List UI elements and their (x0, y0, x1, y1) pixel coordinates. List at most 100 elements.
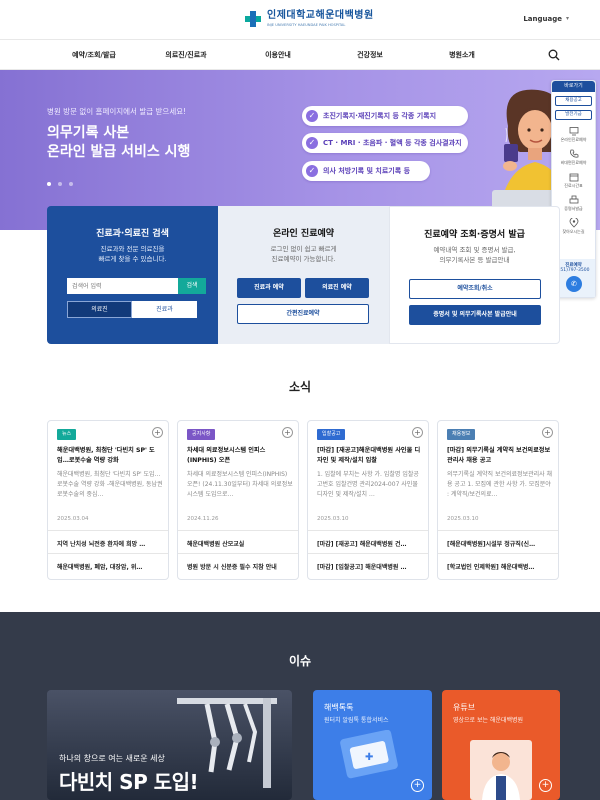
panel-description: 예약내역 조회 및 증명서 발급, 의무기록사본 등 발급안내 (433, 246, 516, 264)
news-list-item[interactable]: 병원 방문 시 신분증 필수 지참 안내 (187, 562, 293, 571)
svg-text:✚: ✚ (365, 752, 373, 763)
quick-item-label: 진료시간표 (564, 183, 583, 188)
recruitment-button[interactable]: 채용공고 (555, 96, 592, 106)
plus-icon[interactable]: + (539, 779, 552, 792)
carousel-dot[interactable] (69, 182, 73, 186)
hospital-logo[interactable]: 인제대학교해운대백병원 INJE UNIVERSITY HAEUNDAE PAI… (243, 9, 374, 29)
chevron-down-icon: ▾ (565, 15, 569, 22)
news-card[interactable]: 뉴스 + 해운대백병원, 최첨단 '다빈치 SP' 도입…로봇수술 역량 강화 … (47, 420, 169, 580)
check-icon: ✓ (306, 165, 318, 177)
logo-cross-icon (243, 9, 263, 29)
quick-item-label: 비대면진료예약 (560, 160, 587, 165)
panel-title: 온라인 진료예약 (272, 229, 335, 239)
news-card[interactable]: 공지사항 + 차세대 의료정보시스템 인피스(INPHIS) 오픈 차세대 의료… (177, 420, 299, 580)
divider (178, 553, 298, 554)
online-reservation-panel: 온라인 진료예약 로그인 없이 쉽고 빠르게 진료예약이 가능합니다. 진료과 예… (218, 206, 389, 344)
doctor-reservation-button[interactable]: 의료진 예약 (305, 278, 369, 298)
tab-departments[interactable]: 진료과 (132, 301, 197, 318)
plus-icon[interactable]: + (411, 779, 424, 792)
plus-icon[interactable]: + (542, 427, 553, 438)
quick-menu-title: 바로가기 (552, 81, 595, 92)
carousel-dot[interactable] (47, 182, 51, 186)
quick-remote-reservation[interactable]: 비대면진료예약 (552, 149, 595, 166)
talk-talk-card[interactable]: 해백톡톡 원터치 알림톡 통합서비스 ✚ + (313, 690, 432, 800)
donation-button[interactable]: 발전기금 (555, 110, 592, 120)
hero-title-line1: 의무기록 사본 (47, 125, 130, 141)
doctor-search-panel: 진료과·의료진 검색 진료과와 전문 의료진을 빠르게 찾을 수 있습니다. 검색… (47, 206, 218, 344)
language-selector[interactable]: Language (523, 15, 562, 23)
divider (438, 530, 558, 531)
plus-icon[interactable]: + (152, 427, 163, 438)
issue-section-title: 이슈 (288, 654, 312, 668)
divider (308, 553, 428, 554)
news-card[interactable]: 입찰공고 + [마감] [재공고]해운대백병원 사인물 디자인 및 제작/설치 … (307, 420, 429, 580)
phone-icon (569, 149, 578, 158)
hero-pill-text: 의사 처방기록 및 치료기록 등 (323, 167, 411, 175)
news-title[interactable]: [마감] [재공고]해운대백병원 사인물 디자인 및 제작/설치 입찰 (317, 446, 423, 466)
search-button[interactable]: 검색 (178, 278, 206, 294)
davinci-subtitle: 하나의 창으로 여는 새로운 세상 (59, 754, 165, 763)
hero-pill-text: CT · MRI · 초음파 · 혈액 등 각종 검사결과지 (323, 139, 462, 147)
category-badge: 공지사항 (187, 429, 216, 440)
divider (438, 553, 558, 554)
calendar-icon (569, 173, 578, 182)
carousel-dot[interactable] (58, 182, 62, 186)
hero-pill-text: 초진기록지·재진기록지 등 각종 기록지 (323, 112, 437, 120)
nav-about[interactable]: 병원소개 (449, 50, 475, 60)
news-list-item[interactable]: 해운대백병원 산모교실 (187, 539, 293, 548)
news-title[interactable]: 차세대 의료정보시스템 인피스(INPHIS) 오픈 (187, 446, 293, 466)
doctor-search-input[interactable] (67, 278, 178, 294)
news-list-item[interactable]: [해운대백병원]시설부 정규직(신… (447, 539, 553, 548)
divider (308, 530, 428, 531)
reservation-lookup-button[interactable]: 예약조회/취소 (409, 279, 541, 299)
hero-pill: ✓ 의사 처방기록 및 치료기록 등 (302, 161, 430, 181)
divider (48, 530, 168, 531)
plus-icon[interactable]: + (282, 427, 293, 438)
news-section-title: 소식 (288, 380, 312, 394)
youtube-card[interactable]: 유튜브 영상으로 보는 해운대백병원 + (442, 690, 560, 800)
nav-health-info[interactable]: 건강정보 (357, 50, 383, 60)
main-navigation: 예약/조회/발급 의료진/진료과 이용안내 건강정보 병원소개 (0, 40, 600, 70)
news-title[interactable]: [마감] 의무기록실 계약직 보건의료정보관리사 채용 공고 (447, 446, 553, 466)
news-summary: 의무기록실 계약직 보건의료정보관리사 채용 공고 1. 모집에 관한 사항 가… (447, 471, 553, 498)
issue-section: 이슈 하나의 창으로 여는 새로운 세상 다빈치 SP 도입! 해백톡톡 원터치… (0, 612, 600, 800)
panel-title: 진료과·의료진 검색 (96, 229, 169, 239)
card-subtitle: 원터치 알림톡 통합서비스 (324, 717, 389, 724)
quick-online-reservation[interactable]: 온라인진료예약 (552, 126, 595, 143)
news-summary: 차세대 의료정보시스템 인피스(INPHIS) 오픈! (24.11.30일부터… (187, 471, 293, 498)
panel-description: 진료과와 전문 의료진을 빠르게 찾을 수 있습니다. (98, 245, 167, 263)
search-icon[interactable] (548, 49, 560, 61)
logo-korean-name: 인제대학교해운대백병원 (267, 10, 374, 21)
check-icon: ✓ (306, 137, 318, 149)
news-date: 2024.11.26 (187, 516, 219, 522)
plus-icon[interactable]: + (412, 427, 423, 438)
news-title[interactable]: 해운대백병원, 최첨단 '다빈치 SP' 도입…로봇수술 역량 강화 (57, 446, 163, 466)
carousel-dots (47, 182, 73, 186)
category-badge: 입찰공고 (317, 429, 346, 440)
reservation-lookup-panel: 진료예약 조회·증명서 발급 예약내역 조회 및 증명서 발급, 의무기록사본 등… (389, 206, 560, 344)
tab-doctors[interactable]: 의료진 (67, 301, 132, 318)
news-list-item[interactable]: 지역 난치성 뇌전증 환자에 희망 … (57, 539, 163, 548)
nav-doctors[interactable]: 의료진/진료과 (165, 50, 206, 60)
divider (178, 530, 298, 531)
news-list-item[interactable]: [마감] [입찰공고] 해운대백병원 … (317, 562, 423, 571)
davinci-banner-card[interactable]: 하나의 창으로 여는 새로운 세상 다빈치 SP 도입! (47, 690, 292, 800)
nav-guide[interactable]: 이용안내 (265, 50, 291, 60)
quick-timetable[interactable]: 진료시간표 (552, 172, 595, 189)
chat-icon[interactable]: ✆ (566, 276, 582, 292)
logo-english-name: INJE UNIVERSITY HAEUNDAE PAIK HOSPITAL (267, 23, 346, 27)
hero-title: 의무기록 사본 온라인 발급 서비스 시행 (47, 124, 190, 162)
news-list-item[interactable]: 해운대백병원, 폐암, 대장암, 위… (57, 562, 163, 571)
panel-title: 진료예약 조회·증명서 발급 (424, 230, 525, 240)
card-title: 유튜브 (453, 703, 476, 712)
department-reservation-button[interactable]: 진료과 예약 (237, 278, 301, 298)
quick-item-label: 온라인진료예약 (560, 137, 587, 142)
category-badge: 뉴스 (57, 429, 77, 440)
certificate-guide-button[interactable]: 증명서 및 의무기록사본 발급안내 (409, 305, 541, 325)
quick-reservation-button[interactable]: 간편진료예약 (237, 304, 369, 324)
news-list-item[interactable]: [마감] [재공고] 해운대백병원 건… (317, 539, 423, 548)
hero-pill: ✓ 초진기록지·재진기록지 등 각종 기록지 (302, 106, 468, 126)
news-card[interactable]: 채용정보 + [마감] 의무기록실 계약직 보건의료정보관리사 채용 공고 의무… (437, 420, 559, 580)
news-list-item[interactable]: [학교법인 인제학원] 해운대백병… (447, 562, 553, 571)
nav-reservation[interactable]: 예약/조회/발급 (72, 50, 116, 60)
